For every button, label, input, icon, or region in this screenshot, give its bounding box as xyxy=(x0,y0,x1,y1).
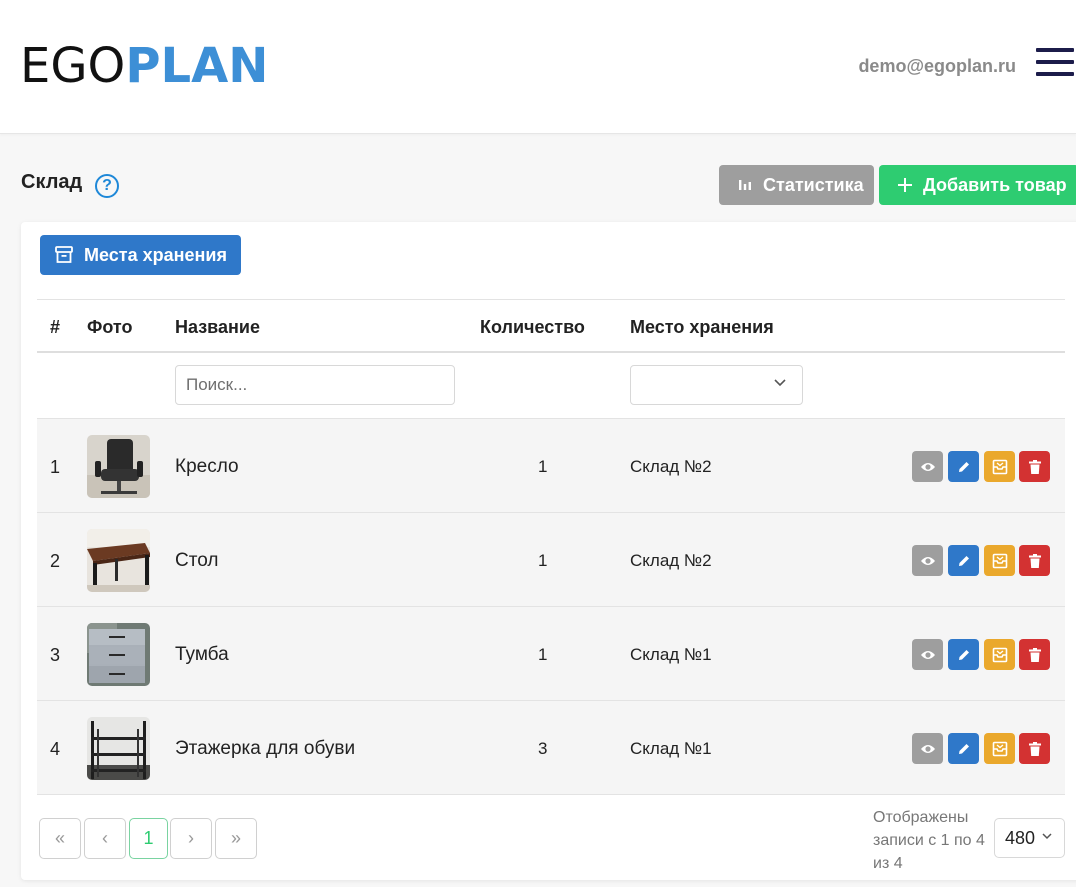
shoe-rack-photo[interactable] xyxy=(87,717,150,780)
logo-plan-text: PLAN xyxy=(125,38,269,94)
edit-button[interactable] xyxy=(948,639,979,670)
inventory-card: Места хранения # Фото Название Количеств… xyxy=(21,222,1076,880)
name-search-input[interactable] xyxy=(175,365,455,405)
column-name[interactable]: Название xyxy=(175,317,260,338)
pencil-icon xyxy=(958,555,969,566)
page-1-button[interactable]: 1 xyxy=(129,818,168,859)
prev-page-button[interactable]: ‹ xyxy=(84,818,126,859)
inbox-icon xyxy=(992,553,1007,568)
column-number[interactable]: # xyxy=(50,317,60,338)
statistics-button[interactable]: Статистика xyxy=(719,165,874,205)
delete-button[interactable] xyxy=(1019,639,1050,670)
trash-icon xyxy=(1028,459,1041,474)
chair-photo[interactable] xyxy=(87,435,150,498)
move-to-storage-button[interactable] xyxy=(984,733,1015,764)
item-name: Стол xyxy=(175,550,219,571)
filter-row xyxy=(37,353,1065,419)
chevron-down-icon xyxy=(774,379,786,387)
eye-icon xyxy=(920,556,935,565)
eye-icon xyxy=(920,650,935,659)
edit-button[interactable] xyxy=(948,451,979,482)
table-row[interactable]: 3 Тумба 1 Склад №1 xyxy=(37,607,1065,701)
storage-places-button[interactable]: Места хранения xyxy=(40,235,241,275)
archive-box-icon xyxy=(55,246,73,263)
table-row[interactable]: 2 Стол 1 Склад №2 xyxy=(37,513,1065,607)
view-button[interactable] xyxy=(912,451,943,482)
item-storage-place: Склад №1 xyxy=(630,645,712,664)
move-to-storage-button[interactable] xyxy=(984,639,1015,670)
first-page-button[interactable]: « xyxy=(39,818,81,859)
eye-icon xyxy=(920,462,935,471)
delete-button[interactable] xyxy=(1019,545,1050,576)
item-quantity: 1 xyxy=(538,551,548,570)
table-row[interactable]: 1 Кресло 1 Склад №2 xyxy=(37,419,1065,513)
column-quantity[interactable]: Количество xyxy=(480,317,585,338)
view-button[interactable] xyxy=(912,545,943,576)
item-quantity: 3 xyxy=(538,739,548,758)
storage-place-filter-select[interactable] xyxy=(630,365,803,405)
egoplan-logo[interactable]: EGOPLAN xyxy=(20,38,268,94)
item-quantity: 1 xyxy=(538,645,548,664)
next-page-button[interactable]: › xyxy=(170,818,212,859)
trash-icon xyxy=(1028,741,1041,756)
item-name: Кресло xyxy=(175,456,239,477)
user-email[interactable]: demo@egoplan.ru xyxy=(858,56,1016,77)
help-icon[interactable]: ? xyxy=(95,174,119,198)
row-number: 2 xyxy=(50,551,61,571)
item-name: Тумба xyxy=(175,644,229,665)
item-name: Этажерка для обуви xyxy=(175,738,356,759)
records-info: Отображены записи с 1 по 4 из 4 xyxy=(873,809,985,872)
logo-ego-text: EGO xyxy=(20,38,126,94)
inbox-icon xyxy=(992,741,1007,756)
storage-places-button-label: Места хранения xyxy=(84,244,227,265)
view-button[interactable] xyxy=(912,639,943,670)
column-photo[interactable]: Фото xyxy=(87,317,132,338)
item-storage-place: Склад №2 xyxy=(630,457,712,476)
edit-button[interactable] xyxy=(948,545,979,576)
move-to-storage-button[interactable] xyxy=(984,545,1015,576)
last-page-button[interactable]: » xyxy=(215,818,257,859)
pencil-icon xyxy=(958,743,969,754)
pencil-icon xyxy=(958,649,969,660)
inbox-icon xyxy=(992,647,1007,662)
add-item-button[interactable]: Добавить товар xyxy=(879,165,1076,205)
delete-button[interactable] xyxy=(1019,451,1050,482)
eye-icon xyxy=(920,744,935,753)
table-header: # Фото Название Количество Место хранени… xyxy=(37,299,1065,353)
plus-icon xyxy=(898,178,912,192)
column-storage-place[interactable]: Место хранения xyxy=(630,317,774,338)
table-row[interactable]: 4 Этажерка для обуви 3 Склад №1 xyxy=(37,701,1065,795)
view-button[interactable] xyxy=(912,733,943,764)
row-number: 4 xyxy=(50,739,61,759)
per-page-value: 480 xyxy=(1005,827,1036,848)
row-number: 3 xyxy=(50,645,61,665)
trash-icon xyxy=(1028,647,1041,662)
item-quantity: 1 xyxy=(538,457,548,476)
top-header: EGOPLAN demo@egoplan.ru xyxy=(0,0,1076,134)
page-title: Склад xyxy=(21,171,83,193)
row-number: 1 xyxy=(50,457,61,477)
per-page-select[interactable]: 480 xyxy=(994,818,1065,858)
table-photo[interactable] xyxy=(87,529,150,592)
move-to-storage-button[interactable] xyxy=(984,451,1015,482)
item-storage-place: Склад №1 xyxy=(630,739,712,758)
edit-button[interactable] xyxy=(948,733,979,764)
bar-chart-icon xyxy=(739,180,751,190)
chevron-down-icon xyxy=(1042,833,1052,840)
inbox-icon xyxy=(992,459,1007,474)
trash-icon xyxy=(1028,553,1041,568)
item-storage-place: Склад №2 xyxy=(630,551,712,570)
statistics-button-label: Статистика xyxy=(763,174,864,195)
add-item-button-label: Добавить товар xyxy=(923,174,1067,195)
delete-button[interactable] xyxy=(1019,733,1050,764)
hamburger-menu-icon[interactable] xyxy=(1036,48,1074,76)
cabinet-photo[interactable] xyxy=(87,623,150,686)
pencil-icon xyxy=(958,461,969,472)
